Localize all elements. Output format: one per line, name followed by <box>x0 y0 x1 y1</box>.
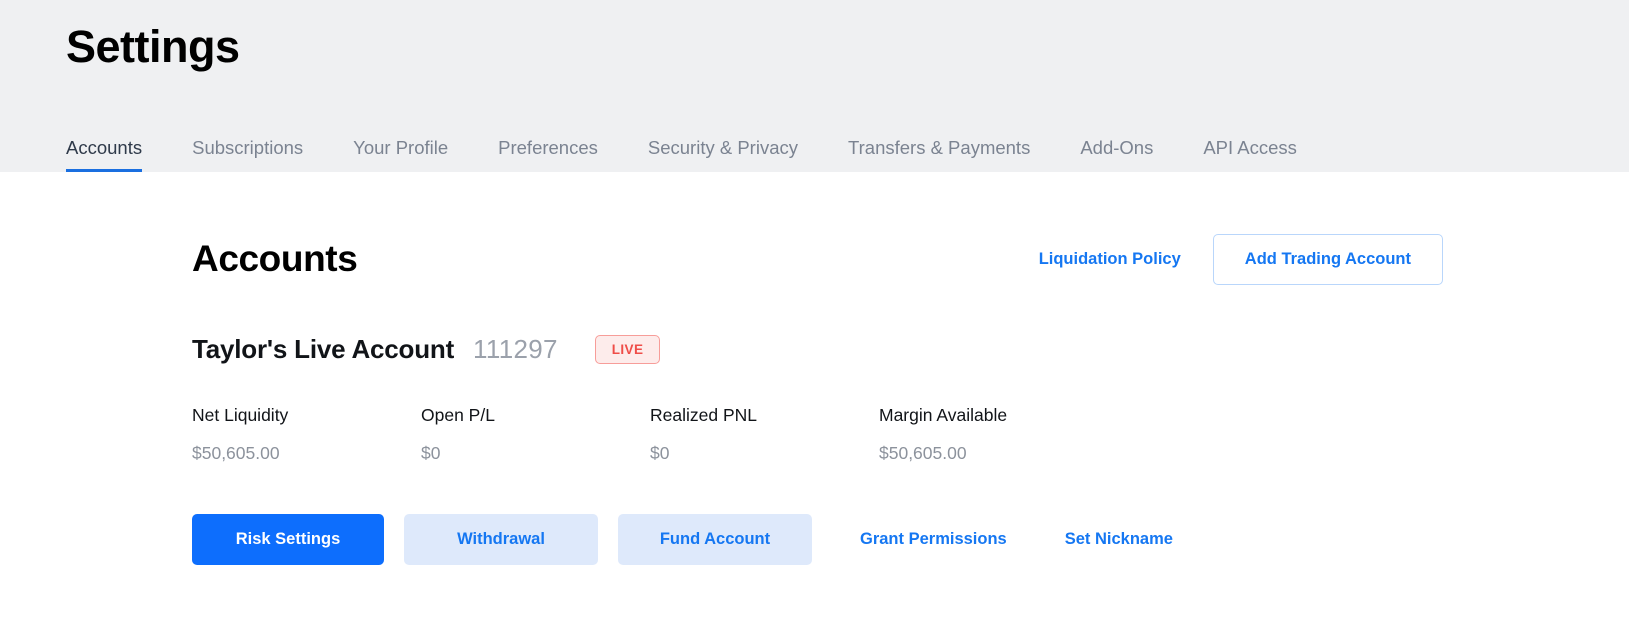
account-id: 111297 <box>473 334 558 364</box>
stat-label: Open P/L <box>421 405 495 425</box>
tab-label: Subscriptions <box>192 136 304 158</box>
stat-label: Net Liquidity <box>192 405 289 425</box>
grant-permissions-button[interactable]: Grant Permissions <box>860 514 1007 565</box>
tab-accounts[interactable]: Accounts <box>66 136 143 173</box>
withdrawal-button[interactable]: Withdrawal <box>404 514 598 565</box>
accounts-section-header: Accounts Liquidation Policy Add Trading … <box>192 234 1443 285</box>
tab-api-access[interactable]: API Access <box>1203 136 1297 173</box>
add-trading-account-button[interactable]: Add Trading Account <box>1212 234 1443 285</box>
accounts-panel: Accounts Liquidation Policy Add Trading … <box>0 172 1629 630</box>
tab-label: Accounts <box>66 136 143 158</box>
settings-header: Settings Accounts Subscriptions Your Pro… <box>0 0 1629 172</box>
tab-label: API Access <box>1203 136 1297 158</box>
tab-label: Preferences <box>498 136 598 158</box>
status-badge: LIVE <box>594 334 661 365</box>
account-name: Taylor's Live Account <box>192 334 455 364</box>
tab-subscriptions[interactable]: Subscriptions <box>192 136 304 173</box>
stat-value: $0 <box>650 443 670 463</box>
account-action-buttons: Risk Settings Withdrawal Fund Account Gr… <box>192 514 1443 565</box>
stat-label: Margin Available <box>879 405 1008 425</box>
stat-value: $50,605.00 <box>879 443 967 463</box>
fund-account-button[interactable]: Fund Account <box>618 514 812 565</box>
set-nickname-button[interactable]: Set Nickname <box>1065 514 1173 565</box>
stat-value: $0 <box>421 443 441 463</box>
settings-tab-bar: Accounts Subscriptions Your Profile Pref… <box>66 124 1297 172</box>
tab-label: Transfers & Payments <box>848 136 1031 158</box>
liquidation-policy-link[interactable]: Liquidation Policy <box>1039 250 1181 269</box>
page-title: Settings <box>66 21 240 72</box>
tab-transfers-and-payments[interactable]: Transfers & Payments <box>848 136 1031 173</box>
tab-label: Security & Privacy <box>647 136 798 158</box>
tab-label: Your Profile <box>353 136 449 158</box>
stat-net-liquidity: Net Liquidity $50,605.00 <box>192 405 421 464</box>
tab-label: Add-Ons <box>1080 136 1154 158</box>
stat-value: $50,605.00 <box>192 443 280 463</box>
accounts-panel-inner: Accounts Liquidation Policy Add Trading … <box>192 172 1443 565</box>
stat-margin-available: Margin Available $50,605.00 <box>879 405 1108 464</box>
stat-realized-pnl: Realized PNL $0 <box>650 405 879 464</box>
tab-preferences[interactable]: Preferences <box>498 136 598 173</box>
tab-your-profile[interactable]: Your Profile <box>353 136 449 173</box>
risk-settings-button[interactable]: Risk Settings <box>192 514 384 565</box>
section-title: Accounts <box>192 238 358 280</box>
stat-open-pl: Open P/L $0 <box>421 405 650 464</box>
account-stats: Net Liquidity $50,605.00 Open P/L $0 Rea… <box>192 405 1443 464</box>
tab-security-and-privacy[interactable]: Security & Privacy <box>647 136 798 173</box>
account-summary-row: Taylor's Live Account 111297 LIVE <box>192 334 1443 365</box>
tab-add-ons[interactable]: Add-Ons <box>1080 136 1154 173</box>
stat-label: Realized PNL <box>650 405 757 425</box>
accounts-header-actions: Liquidation Policy Add Trading Account <box>1039 234 1443 285</box>
